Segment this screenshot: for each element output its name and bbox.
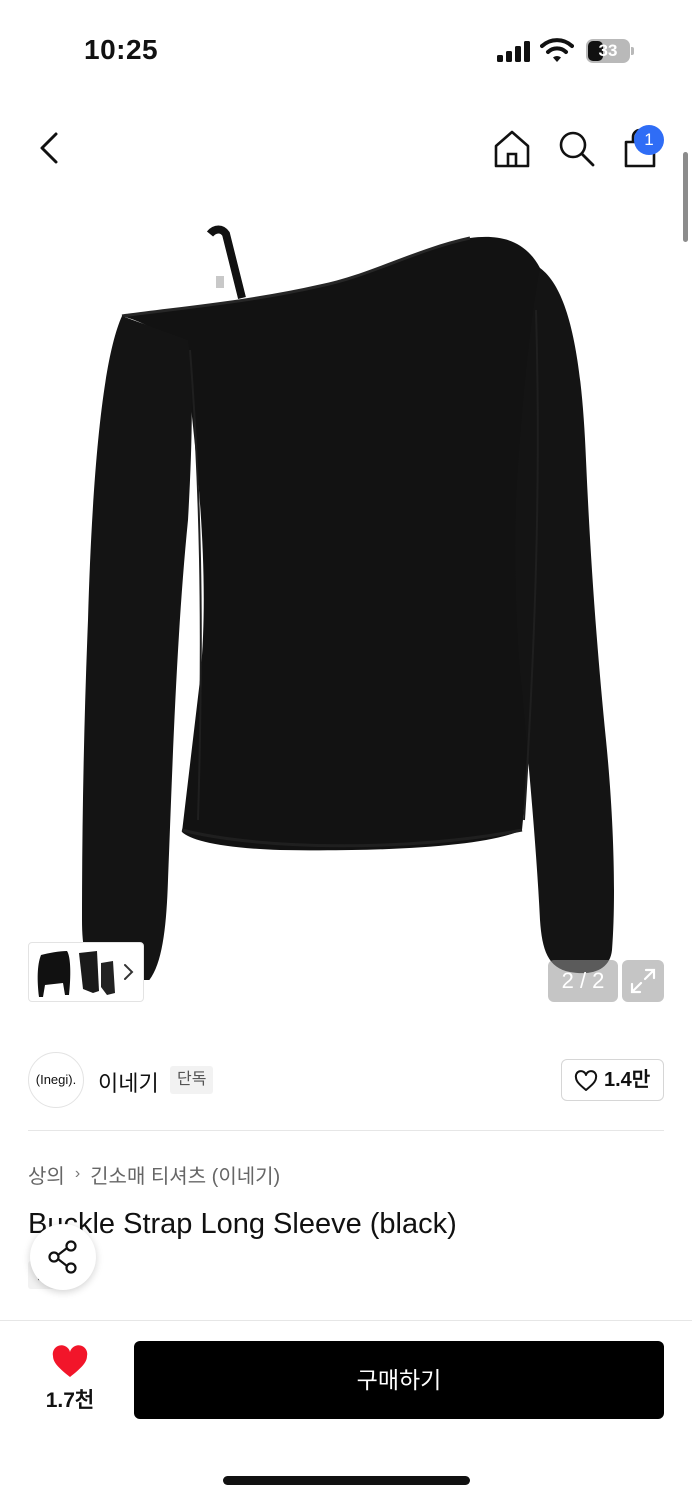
heart-filled-icon[interactable]	[51, 1345, 89, 1379]
home-icon[interactable]	[490, 126, 534, 170]
brand-logo[interactable]: (Inegi).	[28, 1052, 84, 1108]
wifi-icon	[540, 38, 574, 62]
page-indicator: 2 / 2	[548, 960, 618, 1002]
wish-count: 1.7천	[45, 1389, 95, 1412]
home-indicator	[223, 1476, 470, 1485]
breadcrumb: 상의 › 긴소매 티셔츠 (이네기)	[28, 1160, 280, 1188]
share-icon	[48, 1240, 77, 1274]
back-icon[interactable]	[28, 126, 72, 170]
buy-button[interactable]: 구매하기	[134, 1341, 664, 1419]
brand-name[interactable]: 이네기	[98, 1066, 159, 1098]
brand-exclusive-tag: 단독	[170, 1066, 214, 1094]
thumbnail-2[interactable]	[77, 947, 117, 999]
thumbnail-1[interactable]	[35, 947, 73, 999]
signal-icon	[497, 41, 530, 62]
status-time: 10:25	[84, 34, 159, 65]
scroll-indicator	[683, 152, 688, 242]
brand-like-count: 1.4만	[604, 1069, 651, 1091]
expand-button[interactable]	[622, 960, 664, 1002]
product-title: Buckle Strap Long Sleeve (black)	[28, 1208, 457, 1240]
cart-count-badge: 1	[634, 125, 664, 155]
heart-outline-icon	[574, 1070, 598, 1091]
product-image[interactable]	[70, 220, 630, 980]
thumbnail-strip[interactable]	[28, 942, 144, 1002]
chevron-right-icon[interactable]	[121, 957, 137, 987]
battery-level: 33	[598, 41, 618, 60]
divider	[28, 1130, 664, 1131]
breadcrumb-category[interactable]: 상의	[28, 1160, 65, 1189]
brand-like-button[interactable]: 1.4만	[561, 1059, 664, 1101]
breadcrumb-subcategory[interactable]: 긴소매 티셔츠 (이네기)	[90, 1160, 280, 1189]
battery-icon: 33	[586, 39, 634, 63]
search-icon[interactable]	[554, 126, 598, 170]
expand-icon	[630, 968, 656, 994]
status-bar: 10:25 33	[0, 0, 692, 100]
share-button[interactable]	[30, 1224, 96, 1290]
chevron-right-icon: ›	[74, 1165, 81, 1182]
